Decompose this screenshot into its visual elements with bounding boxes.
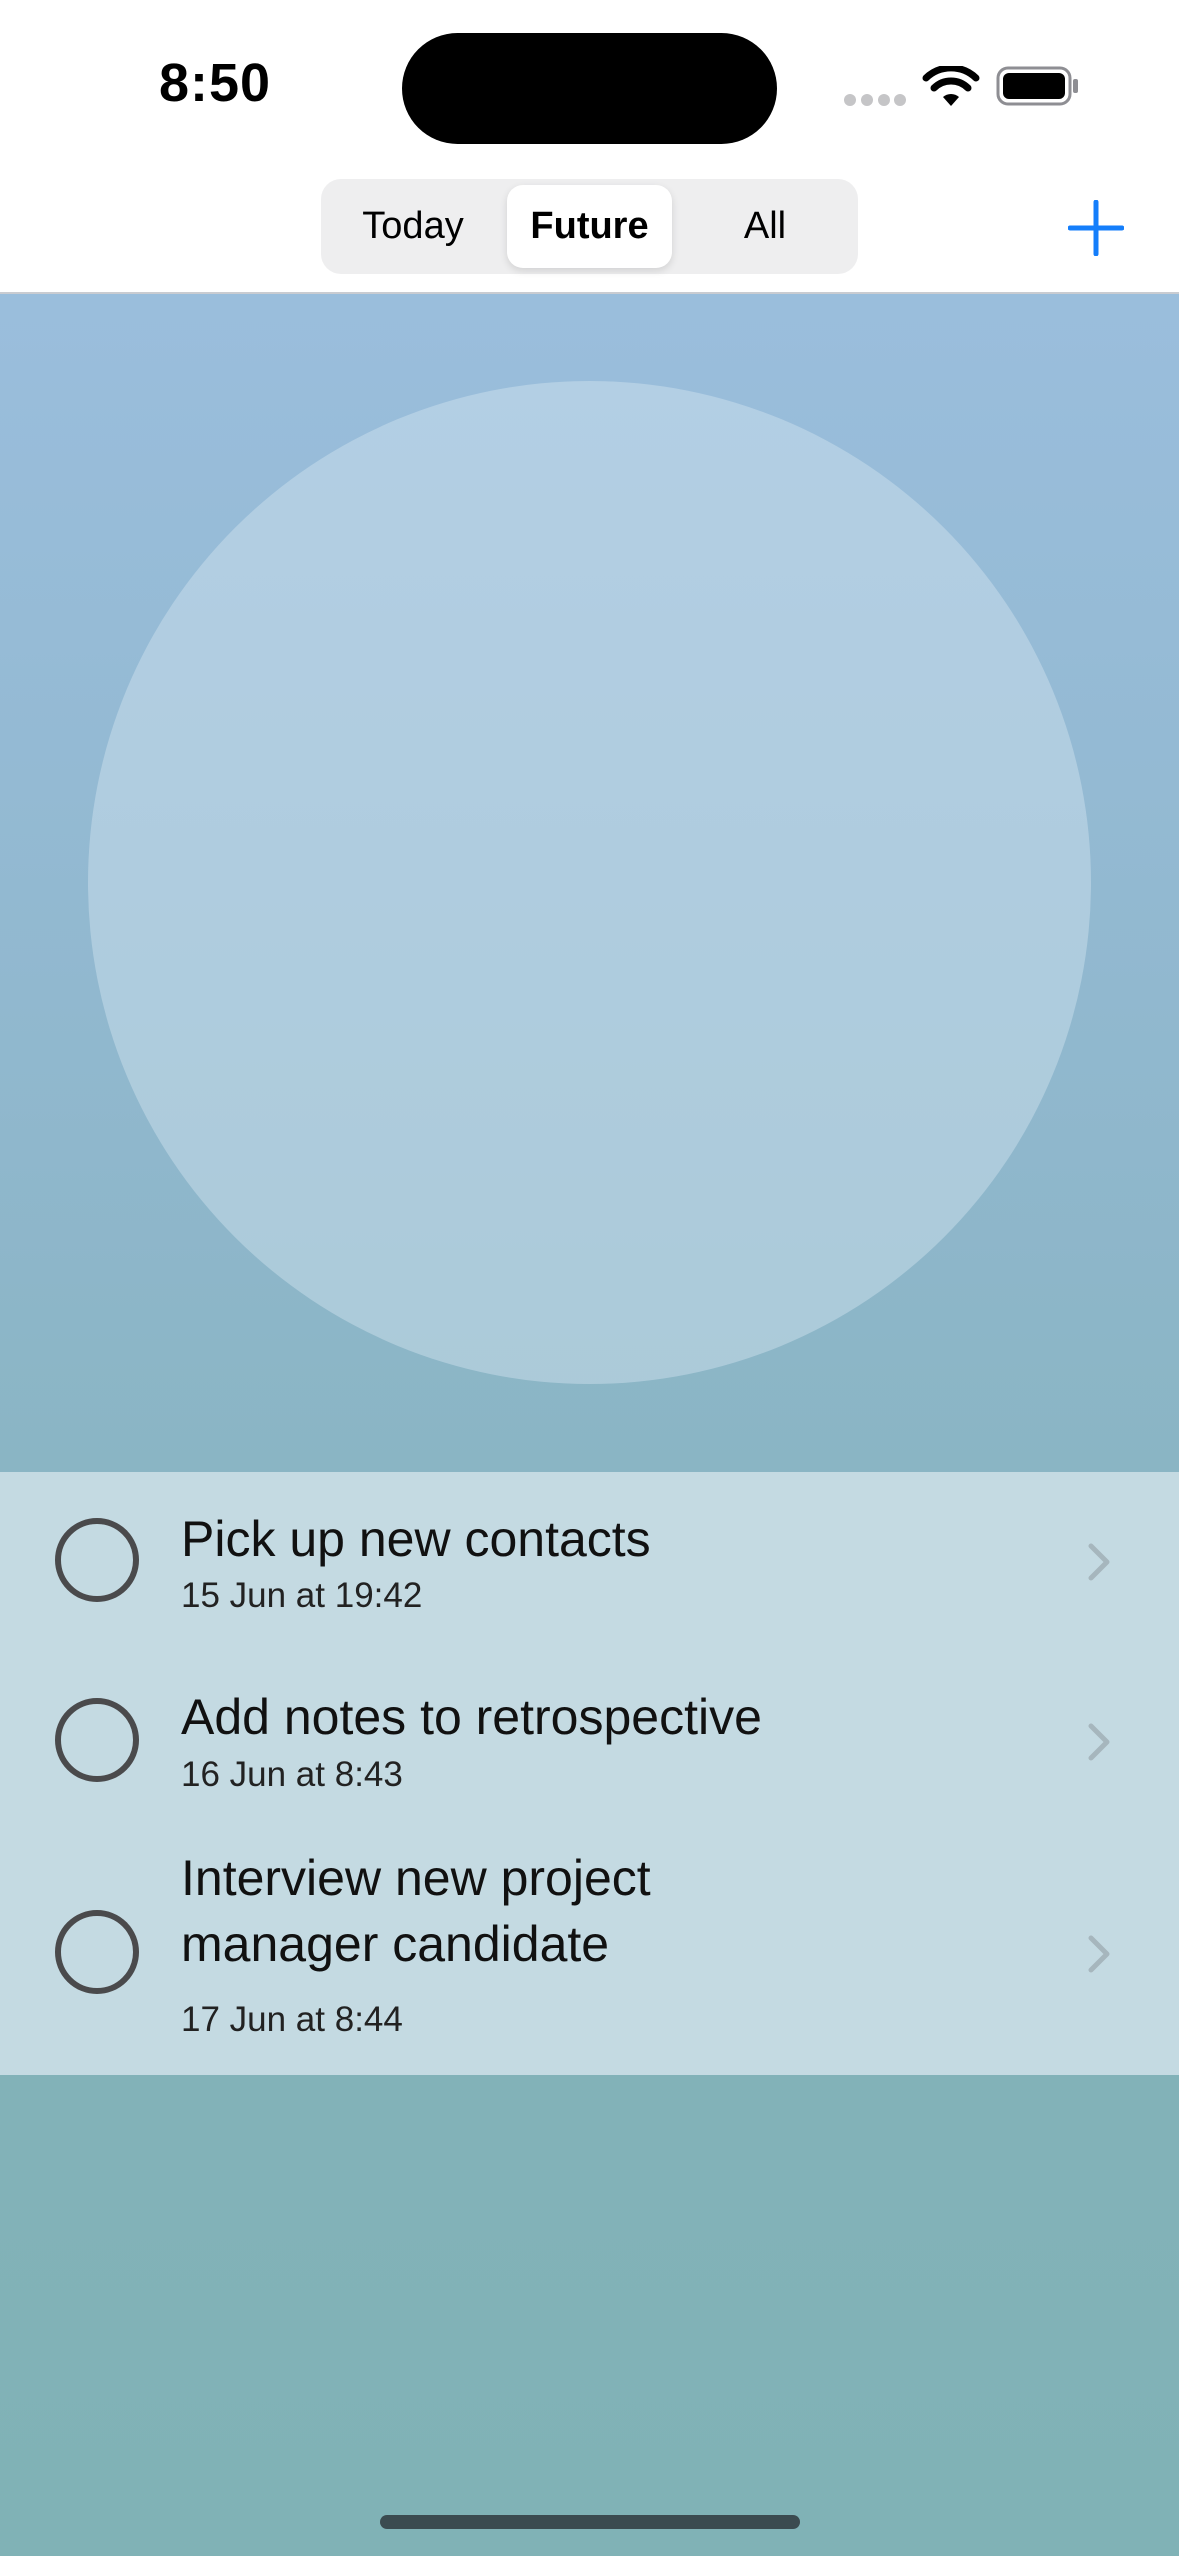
task-list: Pick up new contacts 15 Jun at 19:42 Add… — [0, 1472, 1179, 2075]
battery-icon — [996, 66, 1078, 106]
completion-circle-icon[interactable] — [55, 1518, 139, 1602]
chevron-right-icon — [1088, 1723, 1110, 1761]
task-date: 16 Jun at 8:43 — [181, 1755, 403, 1794]
completion-circle-icon[interactable] — [55, 1910, 139, 1994]
chevron-right-icon — [1088, 1935, 1110, 1973]
top-bar: 8:50 Today Future All — [0, 0, 1179, 294]
task-title: Pick up new contacts — [181, 1511, 651, 1567]
completion-circle-icon[interactable] — [55, 1698, 139, 1782]
task-row[interactable]: Pick up new contacts 15 Jun at 19:42 — [0, 1472, 1179, 1652]
task-date: 15 Jun at 19:42 — [181, 1576, 423, 1615]
wifi-icon — [922, 66, 980, 106]
task-date: 17 Jun at 8:44 — [181, 2000, 403, 2039]
chevron-right-icon — [1088, 1543, 1110, 1581]
segmented-control: Today Future All — [321, 179, 858, 274]
home-indicator[interactable] — [380, 2515, 800, 2529]
segment-today[interactable]: Today — [329, 185, 497, 268]
status-time: 8:50 — [158, 53, 272, 113]
task-title: Interview new project manager candidate — [181, 1850, 651, 1972]
dynamic-island — [402, 33, 777, 144]
app-screen: 8:50 Today Future All Pick up new contac… — [0, 0, 1179, 2556]
segment-all[interactable]: All — [681, 185, 849, 268]
task-row[interactable]: Add notes to retrospective 16 Jun at 8:4… — [0, 1652, 1179, 1832]
segment-future[interactable]: Future — [507, 185, 672, 268]
plus-icon[interactable] — [1068, 200, 1124, 256]
decorative-circle — [88, 381, 1091, 1384]
task-row[interactable]: Interview new project manager candidate … — [0, 1832, 1179, 2075]
signal-dots-icon — [844, 94, 906, 106]
task-title: Add notes to retrospective — [181, 1689, 762, 1745]
